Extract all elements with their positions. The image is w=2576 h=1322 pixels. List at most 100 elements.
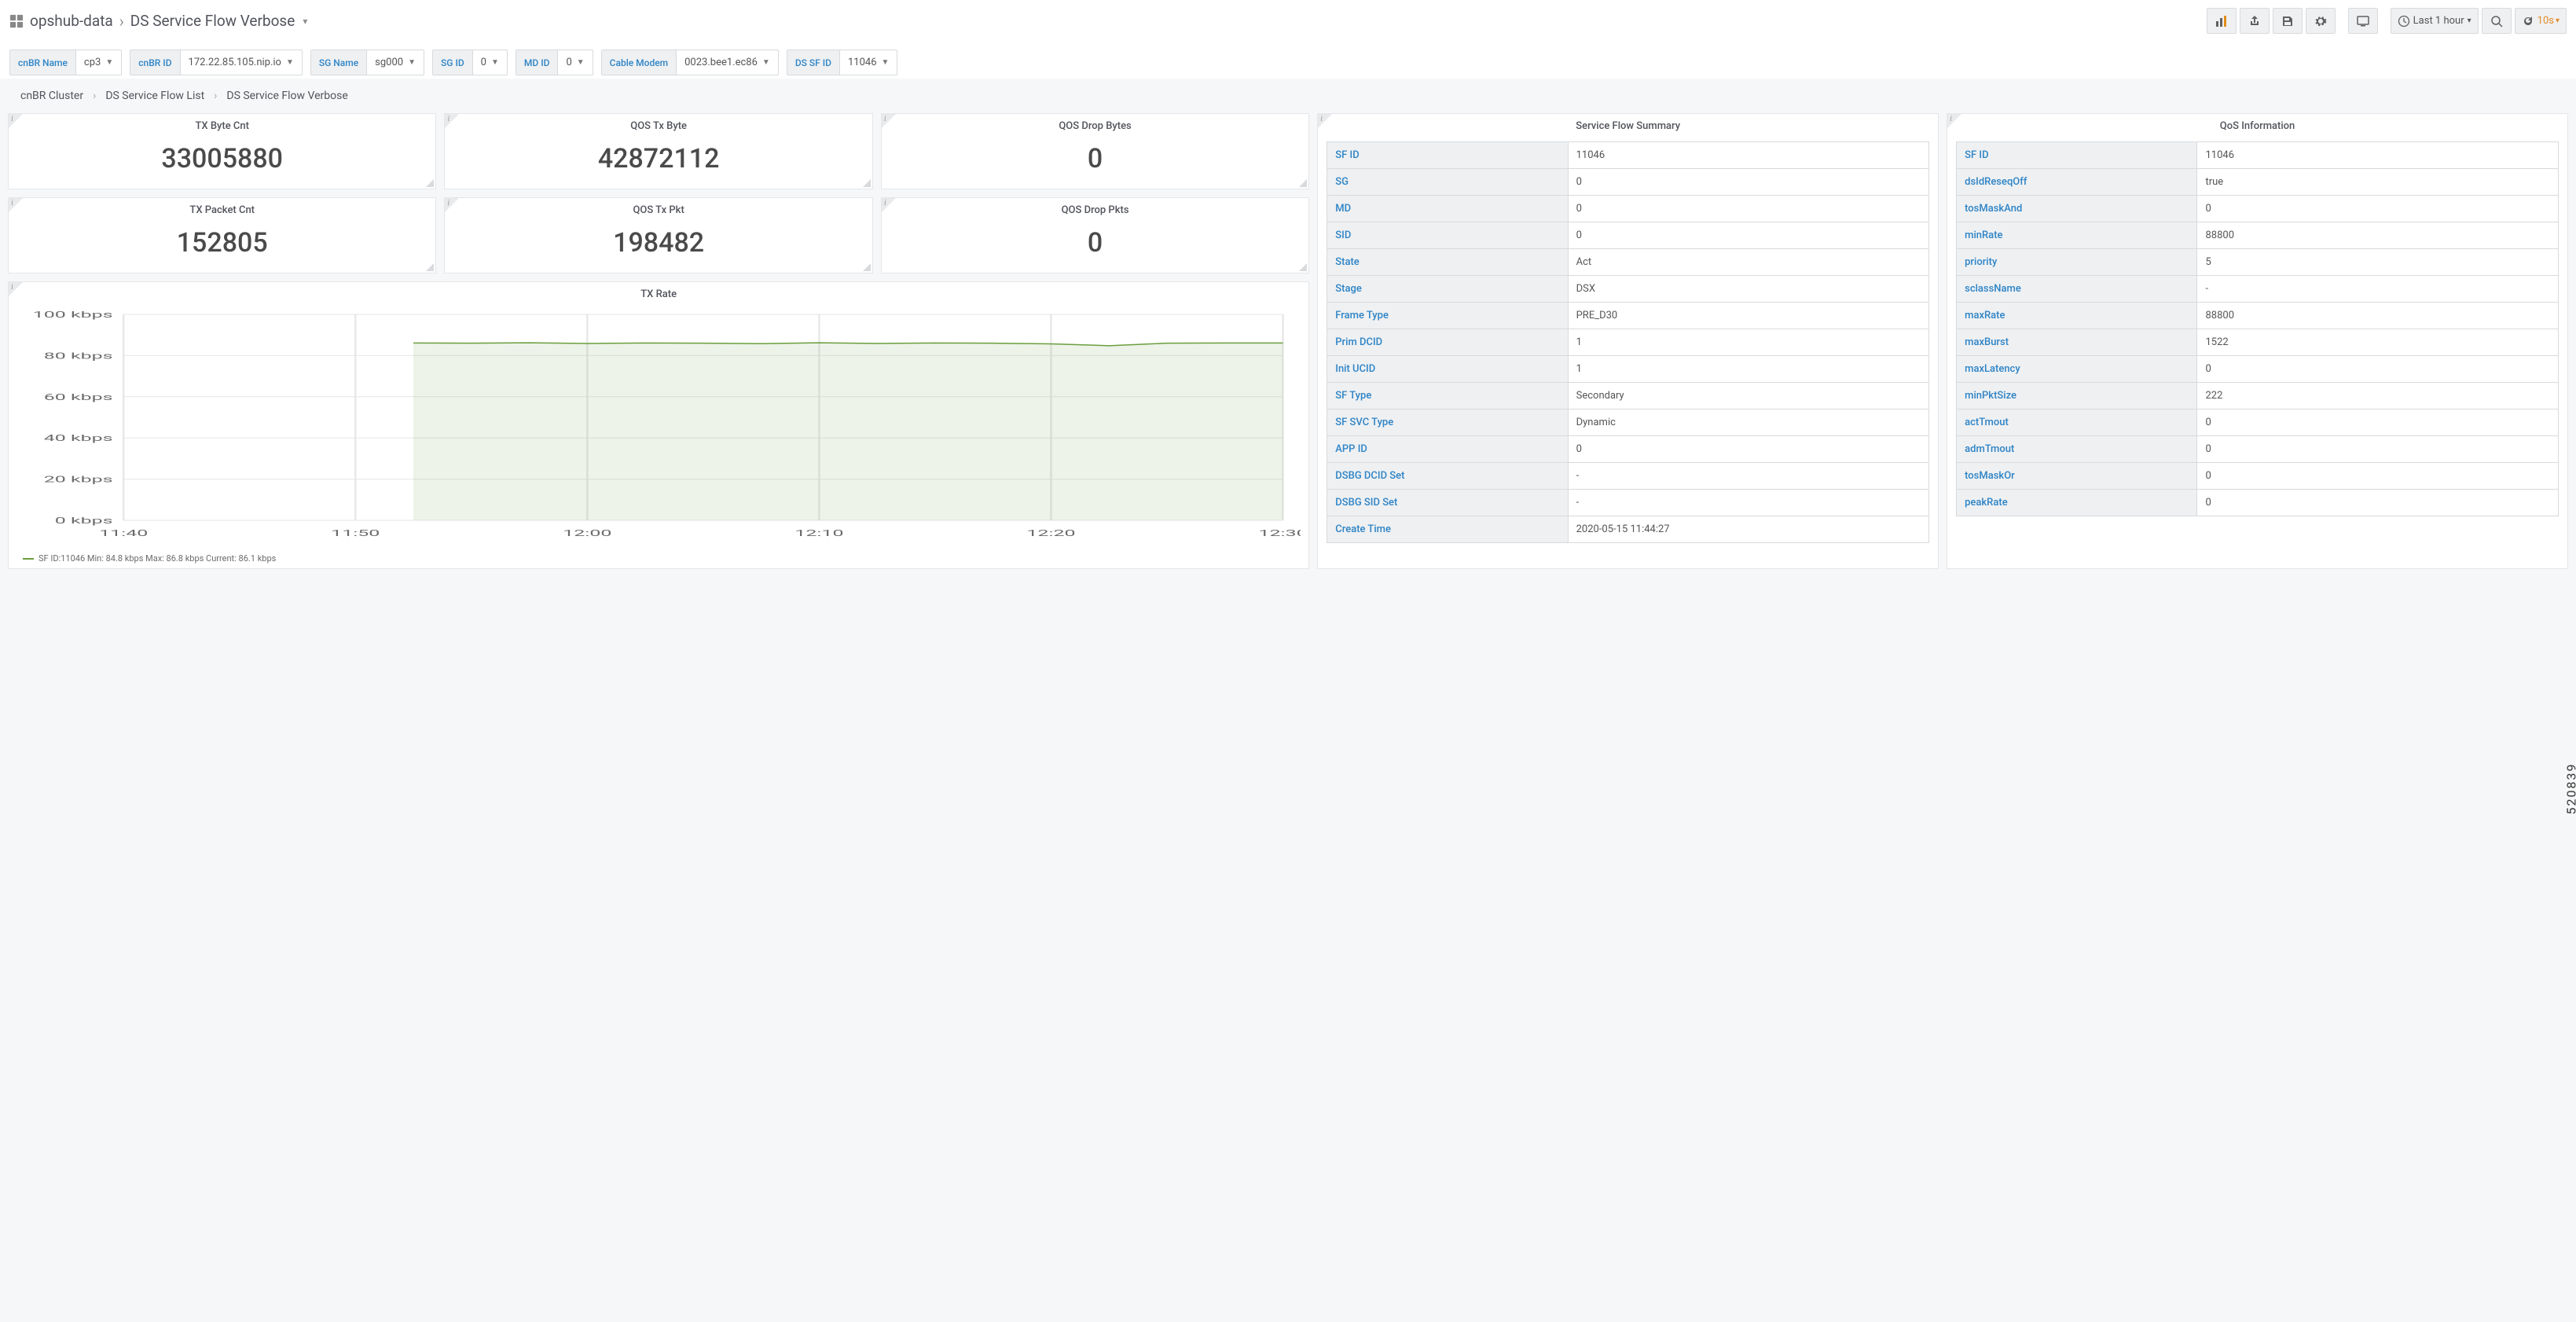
settings-button[interactable] (2306, 8, 2336, 34)
table-key: sclassName (1957, 276, 2197, 303)
svg-text:20 kbps: 20 kbps (44, 474, 113, 484)
table-row: minRate88800 (1957, 222, 2559, 249)
variable-label: cnBR Name (10, 50, 76, 75)
table-row: Prim DCID1 (1327, 329, 1929, 356)
table-value: Secondary (1568, 383, 1929, 409)
share-button[interactable] (2240, 8, 2270, 34)
table-key: minRate (1957, 222, 2197, 249)
chevron-right-icon: › (93, 90, 96, 102)
variable-label: DS SF ID (787, 50, 840, 75)
tx-rate-chart-panel: i TX Rate 0 kbps20 kbps40 kbps60 kbps80 … (8, 281, 1309, 569)
variable-picker[interactable]: MD ID0 ▼ (516, 50, 593, 75)
svg-text:60 kbps: 60 kbps (44, 392, 113, 402)
table-row: DSBG DCID Set- (1327, 463, 1929, 490)
breadcrumb-item[interactable]: DS Service Flow List (105, 90, 204, 102)
table-row: StageDSX (1327, 276, 1929, 303)
svg-text:40 kbps: 40 kbps (44, 433, 113, 443)
table-key: APP ID (1327, 436, 1568, 463)
table-row: DSBG SID Set- (1327, 490, 1929, 516)
table-key: SF ID (1957, 142, 2197, 169)
page-title[interactable]: DS Service Flow Verbose (130, 12, 295, 30)
stat-panel: iQOS Tx Byte42872112 (444, 113, 872, 189)
table-value: 0 (2197, 490, 2559, 516)
breadcrumb-folder[interactable]: opshub-data (30, 12, 113, 30)
stat-panel: iQOS Drop Bytes0 (881, 113, 1309, 189)
breadcrumb: cnBR Cluster›DS Service Flow List›DS Ser… (0, 79, 2576, 113)
table-key: tosMaskAnd (1957, 196, 2197, 222)
save-button[interactable] (2273, 8, 2303, 34)
qos-information-panel: i QoS Information SF ID11046dsIdReseqOff… (1947, 113, 2568, 569)
add-panel-button[interactable] (2207, 8, 2237, 34)
refresh-button[interactable]: 10s ▾ (2515, 8, 2567, 34)
variable-picker[interactable]: Cable Modem0023.bee1.ec86 ▼ (601, 50, 779, 75)
variable-value[interactable]: 172.22.85.105.nip.io ▼ (181, 50, 302, 75)
svg-text:12:00: 12:00 (563, 528, 611, 538)
table-value: 1 (1568, 329, 1929, 356)
variable-value[interactable]: 0023.bee1.ec86 ▼ (677, 50, 778, 75)
variable-picker[interactable]: DS SF ID11046 ▼ (787, 50, 898, 75)
variable-picker[interactable]: cnBR ID172.22.85.105.nip.io ▼ (130, 50, 303, 75)
table-value: 0 (1568, 222, 1929, 249)
table-key: maxRate (1957, 303, 2197, 329)
variable-value[interactable]: 0 ▼ (473, 50, 507, 75)
variable-picker[interactable]: cnBR Namecp3 ▼ (9, 50, 122, 75)
chevron-right-icon: › (119, 12, 124, 31)
breadcrumb-item[interactable]: cnBR Cluster (20, 90, 83, 102)
table-value: 88800 (2197, 222, 2559, 249)
table-key: State (1327, 249, 1568, 276)
table-value: DSX (1568, 276, 1929, 303)
table-row: maxBurst1522 (1957, 329, 2559, 356)
table-value: 0 (1568, 169, 1929, 196)
table-row: priority5 (1957, 249, 2559, 276)
table-value: 0 (2197, 463, 2559, 490)
table-value: Dynamic (1568, 409, 1929, 436)
table-row: SF TypeSecondary (1327, 383, 1929, 409)
table-value: 0 (2197, 436, 2559, 463)
table-row: dsIdReseqOfftrue (1957, 169, 2559, 196)
variable-picker[interactable]: SG Namesg000 ▼ (310, 50, 424, 75)
chart-legend: SF ID:11046 Min: 84.8 kbps Max: 86.8 kbp… (9, 550, 1308, 568)
table-row: APP ID0 (1327, 436, 1929, 463)
table-row: StateAct (1327, 249, 1929, 276)
svg-text:12:30: 12:30 (1258, 528, 1301, 538)
variable-value[interactable]: 11046 ▼ (840, 50, 897, 75)
table-row: MD0 (1327, 196, 1929, 222)
dashboard-icon (9, 14, 24, 28)
table-key: maxLatency (1957, 356, 2197, 383)
table-key: peakRate (1957, 490, 2197, 516)
table-key: priority (1957, 249, 2197, 276)
svg-text:0 kbps: 0 kbps (55, 516, 113, 526)
variable-value[interactable]: 0 ▼ (558, 50, 592, 75)
time-range-picker[interactable]: Last 1 hour ▾ (2391, 8, 2479, 34)
variable-value[interactable]: sg000 ▼ (367, 50, 424, 75)
table-key: SF SVC Type (1327, 409, 1568, 436)
variable-picker[interactable]: SG ID0 ▼ (432, 50, 508, 75)
table-row: Init UCID1 (1327, 356, 1929, 383)
table-row: minPktSize222 (1957, 383, 2559, 409)
table-key: Create Time (1327, 516, 1568, 543)
table-row: admTmout0 (1957, 436, 2559, 463)
variable-label: SG ID (433, 50, 473, 75)
table-value: - (1568, 463, 1929, 490)
table-value: Act (1568, 249, 1929, 276)
table-value: 11046 (1568, 142, 1929, 169)
table-key: maxBurst (1957, 329, 2197, 356)
table-value: - (1568, 490, 1929, 516)
table-value: 5 (2197, 249, 2559, 276)
breadcrumb-item[interactable]: DS Service Flow Verbose (226, 90, 347, 102)
table-row: Create Time2020-05-15 11:44:27 (1327, 516, 1929, 543)
service-flow-summary-panel: i Service Flow Summary SF ID11046SG0MD0S… (1317, 113, 1939, 569)
table-row: sclassName- (1957, 276, 2559, 303)
table-value: 0 (2197, 356, 2559, 383)
table-row: actTmout0 (1957, 409, 2559, 436)
zoom-out-button[interactable] (2482, 8, 2512, 34)
table-row: Frame TypePRE_D30 (1327, 303, 1929, 329)
variable-value[interactable]: cp3 ▼ (76, 50, 121, 75)
table-value: 0 (1568, 196, 1929, 222)
svg-text:100 kbps: 100 kbps (33, 310, 113, 320)
chevron-down-icon[interactable]: ▾ (303, 16, 307, 27)
tv-mode-button[interactable] (2348, 8, 2378, 34)
variable-label: SG Name (311, 50, 367, 75)
svg-text:80 kbps: 80 kbps (44, 351, 113, 361)
svg-text:11:50: 11:50 (331, 528, 380, 538)
